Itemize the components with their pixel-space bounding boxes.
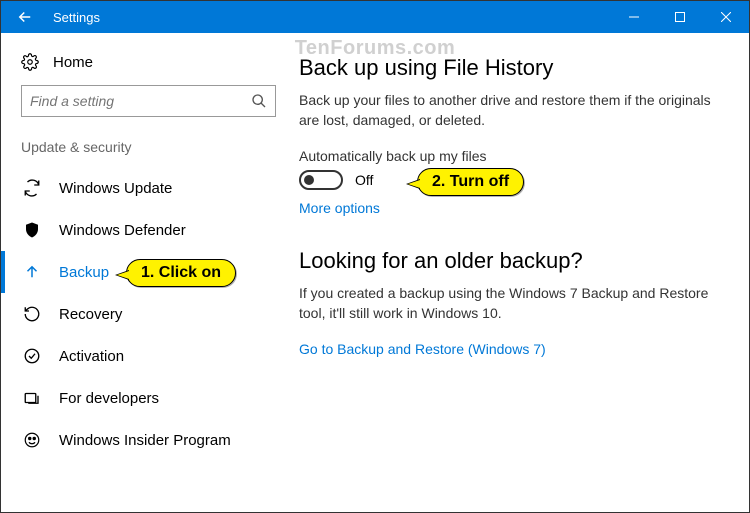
sidebar-item-windows-insider[interactable]: Windows Insider Program [21, 419, 291, 461]
toggle-knob [304, 175, 314, 185]
close-button[interactable] [703, 1, 749, 33]
backup-arrow-icon [23, 263, 41, 281]
back-arrow-icon [16, 8, 34, 26]
main-content: Back up using File History Back up your … [291, 33, 749, 512]
recovery-icon [23, 305, 41, 323]
minimize-button[interactable] [611, 1, 657, 33]
toggle-label: Automatically back up my files [299, 148, 719, 164]
sidebar-item-windows-update[interactable]: Windows Update [21, 167, 291, 209]
sidebar-item-label: Activation [59, 348, 124, 365]
page-description: Back up your files to another drive and … [299, 91, 719, 130]
sidebar-item-for-developers[interactable]: For developers [21, 377, 291, 419]
home-label: Home [53, 54, 93, 71]
window-controls [611, 1, 749, 33]
activation-icon [23, 347, 41, 365]
home-button[interactable]: Home [21, 53, 291, 71]
sidebar-item-label: Backup [59, 264, 109, 281]
search-icon [251, 93, 267, 114]
sidebar-item-label: Recovery [59, 306, 122, 323]
shield-icon [23, 221, 41, 239]
sidebar-item-label: Windows Insider Program [59, 432, 231, 449]
insider-icon [23, 431, 41, 449]
gear-icon [21, 53, 39, 71]
backup-restore-link[interactable]: Go to Backup and Restore (Windows 7) [299, 341, 546, 357]
section-description: If you created a backup using the Window… [299, 284, 719, 323]
sidebar-item-recovery[interactable]: Recovery [21, 293, 291, 335]
sidebar-item-activation[interactable]: Activation [21, 335, 291, 377]
window-title: Settings [53, 10, 611, 25]
developers-icon [23, 389, 41, 407]
sidebar-item-label: Windows Update [59, 180, 172, 197]
search-input[interactable] [22, 86, 243, 116]
sync-icon [23, 179, 41, 197]
search-box[interactable] [21, 85, 276, 117]
page-heading: Back up using File History [299, 55, 719, 81]
maximize-button[interactable] [657, 1, 703, 33]
sidebar-item-label: Windows Defender [59, 222, 186, 239]
annotation-callout-2: 2. Turn off [417, 168, 524, 196]
titlebar: Settings [1, 1, 749, 33]
category-label: Update & security [21, 139, 291, 155]
sidebar-item-windows-defender[interactable]: Windows Defender [21, 209, 291, 251]
section-heading: Looking for an older backup? [299, 248, 719, 274]
more-options-link[interactable]: More options [299, 200, 380, 216]
annotation-callout-1: 1. Click on [126, 259, 236, 287]
sidebar-item-label: For developers [59, 390, 159, 407]
back-button[interactable] [9, 1, 41, 33]
toggle-state: Off [355, 172, 373, 188]
backup-toggle[interactable] [299, 170, 343, 190]
